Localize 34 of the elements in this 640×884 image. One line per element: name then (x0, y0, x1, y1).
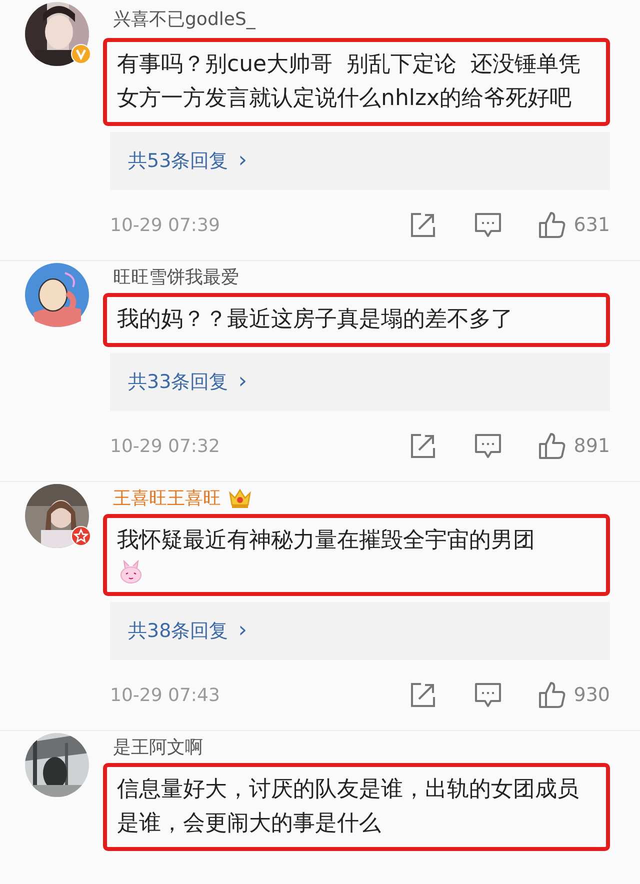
comment-time: 10-29 07:43 (110, 684, 220, 706)
comment-text: 我怀疑最近有神秘力量在摧毁全宇宙的男团 (117, 527, 536, 555)
chevron-icon[interactable]: › (238, 620, 247, 642)
like-icon[interactable] (538, 432, 566, 460)
avatar-figure (25, 263, 89, 327)
username[interactable]: 王喜旺王喜旺 (113, 486, 221, 510)
like-count: 891 (574, 435, 610, 457)
replies-link[interactable]: 共38条回复 (128, 618, 228, 644)
share-icon[interactable] (410, 433, 436, 459)
comment-icon[interactable] (474, 682, 502, 708)
comment-text: 我的妈？？最近这房子真是塌的差不多了 (117, 306, 514, 334)
star-badge-icon (71, 526, 91, 546)
comment-time: 10-29 07:39 (110, 214, 220, 236)
like-icon[interactable] (538, 211, 566, 239)
like-count: 631 (574, 214, 610, 236)
comment-icon[interactable] (474, 433, 502, 459)
replies-link[interactable]: 共53条回复 (128, 148, 228, 174)
like-count: 930 (574, 684, 610, 706)
username[interactable]: 旺旺雪饼我最爱 (113, 265, 239, 289)
username[interactable]: 是王阿文啊 (113, 735, 203, 759)
verified-badge-icon (71, 44, 91, 64)
comment-text: 信息量好大，讨厌的队友是谁，出轨的女团成员是谁，会更闹大的事是什么 (117, 776, 580, 838)
like-icon[interactable] (538, 681, 566, 709)
share-icon[interactable] (410, 212, 436, 238)
chevron-icon[interactable]: › (238, 150, 247, 172)
comment-icon[interactable] (474, 212, 502, 238)
share-icon[interactable] (410, 682, 436, 708)
bunny-emoji-icon (119, 560, 143, 584)
comment-text: 有事吗？别cue大帅哥 别乱下定论 还没锤单凭女方一方发言就认定说什么nhlzx的给爷死好吧 (117, 51, 582, 113)
comment-time: 10-29 07:32 (110, 436, 220, 456)
replies-link[interactable]: 共33条回复 (128, 369, 228, 395)
chevron-icon[interactable]: › (238, 371, 247, 393)
username[interactable]: 兴喜不已godleS_ (113, 7, 256, 31)
crown-icon (227, 487, 253, 509)
